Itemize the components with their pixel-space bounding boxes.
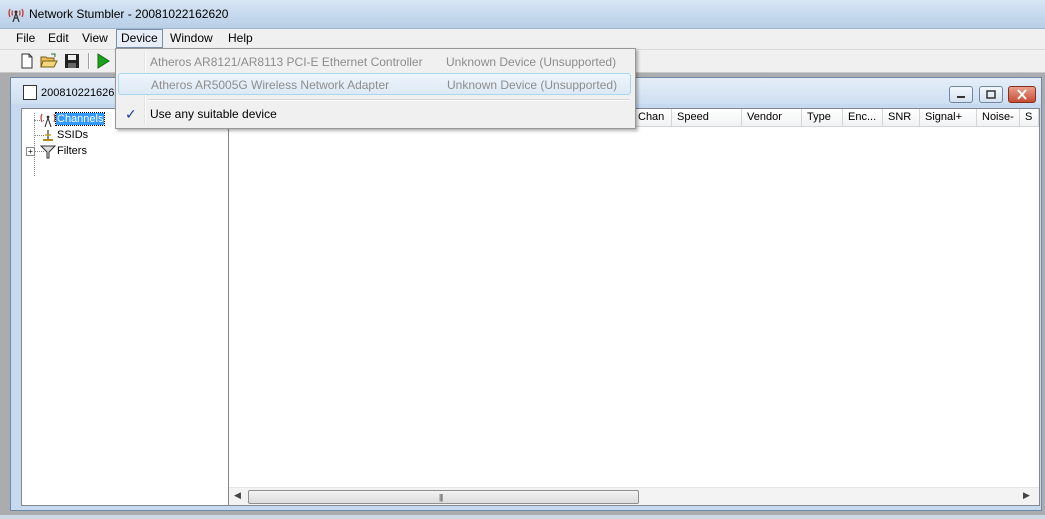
menu-separator [148,99,630,101]
tree-item-ssids[interactable]: SSIDs [40,128,89,143]
column-header-type[interactable]: Type [802,109,843,126]
device-name: Atheros AR8121/AR8113 PCI-E Ethernet Con… [150,55,423,69]
grip-icon: ||| [439,493,443,502]
use-any-device-item[interactable]: ✓ Use any suitable device [118,103,631,125]
menu-bar: File Edit View Device Window Help [0,29,1045,50]
antenna-app-icon [8,8,24,23]
expand-filters-button[interactable]: + [26,147,35,156]
close-icon [1017,89,1027,100]
tree-item-label: Filters [57,145,87,157]
save-icon[interactable] [63,52,81,70]
tree-pane: Channels SSIDs + Filters [21,108,229,506]
open-folder-icon[interactable] [40,52,58,70]
tree-item-label: Channels [54,112,106,126]
access-point-list: Chan Speed Vendor Type Enc... SNR Signal… [228,108,1040,506]
device-item-wireless[interactable]: Atheros AR5005G Wireless Network Adapter… [118,73,631,95]
window-title: Network Stumbler - 20081022162620 [29,7,229,21]
play-icon[interactable] [94,52,112,70]
device-status: Unknown Device (Unsupported) [447,78,618,92]
restore-icon [986,90,996,99]
close-button[interactable] [1008,86,1036,103]
title-bar: Network Stumbler - 20081022162620 [0,0,1045,29]
mdi-workspace: 2008102216262 Channels SSIDs + Filters C… [0,73,1045,519]
status-bar [0,515,1045,519]
device-name: Use any suitable device [150,107,277,121]
document-window: 2008102216262 Channels SSIDs + Filters C… [10,77,1042,511]
tree-item-label: SSIDs [57,129,89,141]
tree-item-filters[interactable]: Filters [39,144,88,159]
minimize-icon [957,96,965,98]
menu-edit[interactable]: Edit [44,30,73,47]
column-header-snr[interactable]: SNR [883,109,920,126]
column-header-signal[interactable]: Signal+ [920,109,977,126]
device-status: Unknown Device (Unsupported) [446,55,617,69]
device-item-ethernet[interactable]: Atheros AR8121/AR8113 PCI-E Ethernet Con… [118,51,631,73]
tree-item-channels[interactable]: Channels [40,112,106,128]
column-header-noise[interactable]: Noise- [977,109,1020,126]
restore-button[interactable] [979,86,1003,103]
scroll-thumb[interactable]: ||| [248,490,639,504]
device-name: Atheros AR5005G Wireless Network Adapter [151,78,390,92]
checkmark-icon: ✓ [125,106,137,122]
document-icon [23,85,37,100]
device-menu: Atheros AR8121/AR8113 PCI-E Ethernet Con… [115,48,636,129]
filter-icon [39,145,57,159]
tree-connector [34,113,35,176]
document-title: 2008102216262 [41,87,121,99]
minimize-button[interactable] [949,86,973,103]
new-file-icon[interactable] [18,52,36,70]
column-header-speed[interactable]: Speed [672,109,742,126]
scroll-right-icon[interactable]: ▶ [1023,490,1030,501]
column-header-chan[interactable]: Chan [633,109,672,126]
ssid-icon [43,130,53,141]
menu-help[interactable]: Help [224,30,257,47]
scroll-left-icon[interactable]: ◀ [234,490,241,501]
toolbar-separator [88,53,90,69]
menu-device[interactable]: Device [116,29,163,48]
column-header-enc[interactable]: Enc... [843,109,883,126]
antenna-icon [40,113,56,128]
menu-window[interactable]: Window [166,30,217,47]
horizontal-scrollbar[interactable]: ◀ ||| ▶ [229,487,1039,505]
column-header-vendor[interactable]: Vendor [742,109,802,126]
column-header-s[interactable]: S [1020,109,1039,126]
menu-file[interactable]: File [12,30,39,47]
menu-view[interactable]: View [78,30,112,47]
